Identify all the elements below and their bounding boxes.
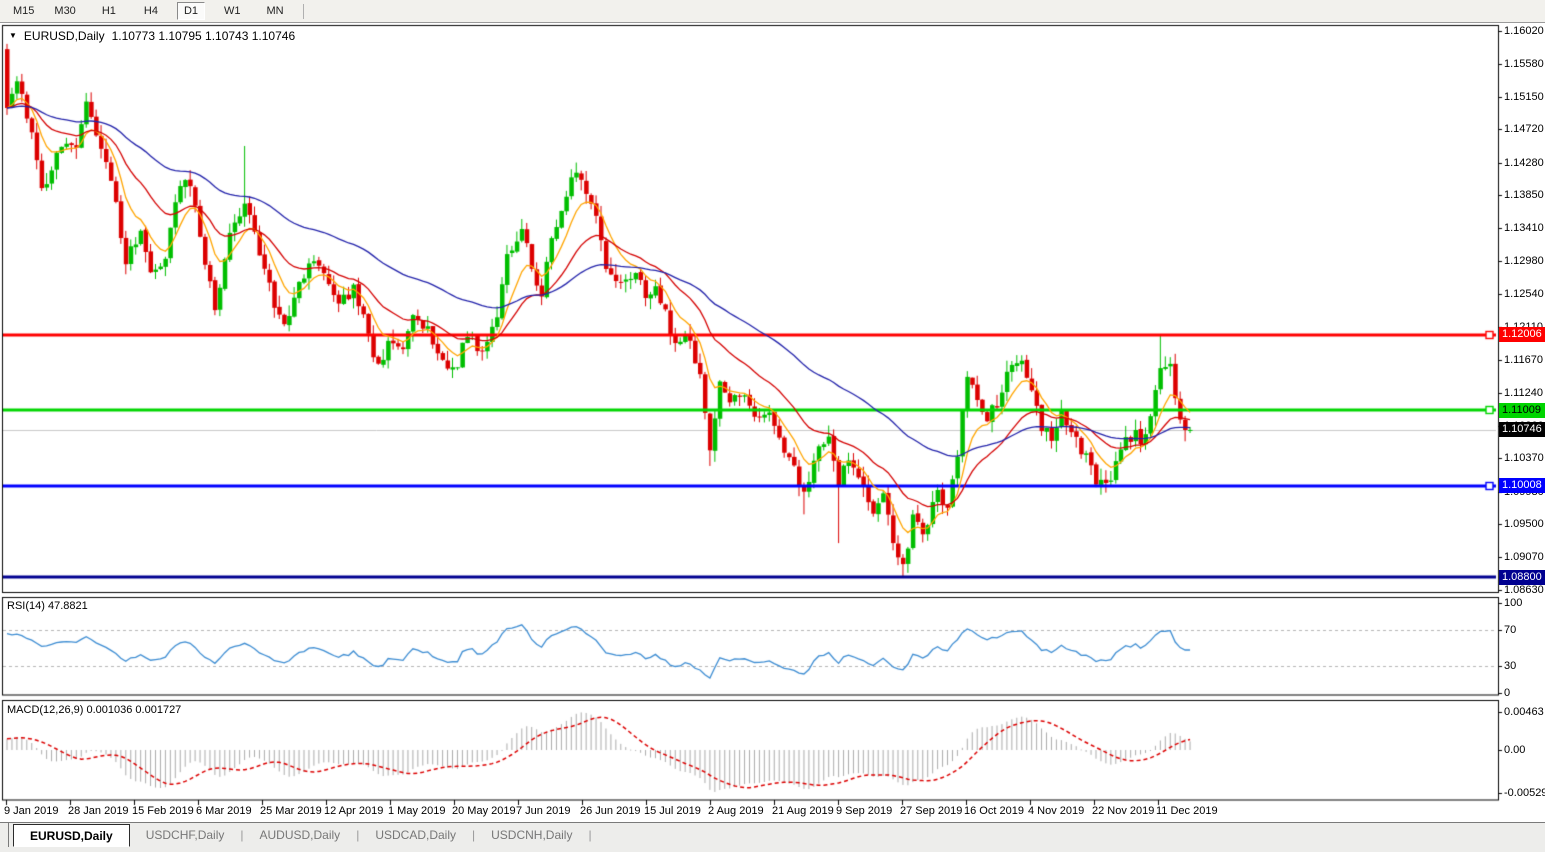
rsi-pane[interactable] xyxy=(2,597,1498,695)
price-axis-label: 1.11670 xyxy=(1504,354,1543,366)
date-axis-label: 26 Jun 2019 xyxy=(580,805,641,817)
timeframe-button-d1[interactable]: D1 xyxy=(177,2,205,20)
hline-price-flag: 1.08800 xyxy=(1499,570,1545,585)
price-axis-label: 1.09500 xyxy=(1504,518,1544,530)
date-axis-label: 12 Apr 2019 xyxy=(324,805,383,817)
timeframe-button-m15[interactable]: M15 xyxy=(6,2,41,20)
tab-separator: | xyxy=(588,828,591,842)
date-axis-label: 9 Jan 2019 xyxy=(4,805,58,817)
date-axis-label: 15 Jul 2019 xyxy=(644,805,701,817)
date-axis-label: 6 Mar 2019 xyxy=(196,805,252,817)
rsi-name: RSI(14) xyxy=(7,600,45,612)
macd-indicator-label: MACD(12,26,9) 0.001036 0.001727 xyxy=(7,704,181,716)
price-axis-label: 1.13410 xyxy=(1504,222,1544,234)
timeframe-button-mn[interactable]: MN xyxy=(260,2,291,20)
date-axis-label: 22 Nov 2019 xyxy=(1092,805,1154,817)
date-axis-label: 9 Sep 2019 xyxy=(836,805,892,817)
price-axis-label: 1.14280 xyxy=(1504,157,1544,169)
date-axis-label: 11 Dec 2019 xyxy=(1156,805,1218,817)
macd-values: 0.001036 0.001727 xyxy=(86,704,181,716)
date-axis-label: 25 Mar 2019 xyxy=(260,805,322,817)
tab-usdcnh[interactable]: USDCNH,Daily xyxy=(475,824,588,845)
rsi-indicator-label: RSI(14) 47.8821 xyxy=(7,600,88,612)
chart-symbol-label: EURUSD,Daily xyxy=(24,29,105,43)
price-axis-label: 1.13850 xyxy=(1504,189,1544,201)
rsi-axis-label: 30 xyxy=(1504,660,1516,672)
date-axis-label: 20 May 2019 xyxy=(452,805,516,817)
hline-price-flag: 1.12006 xyxy=(1499,327,1545,342)
macd-axis-label: 0.00 xyxy=(1504,744,1525,756)
rsi-value: 47.8821 xyxy=(48,600,88,612)
macd-pane[interactable] xyxy=(2,701,1498,800)
date-axis-label: 2 Aug 2019 xyxy=(708,805,764,817)
rsi-axis-label: 0 xyxy=(1504,687,1510,699)
date-axis-label: 1 May 2019 xyxy=(388,805,445,817)
timeframe-button-h1[interactable]: H1 xyxy=(95,2,123,20)
rsi-axis-label: 70 xyxy=(1504,624,1516,636)
price-axis-label: 1.08630 xyxy=(1504,584,1544,596)
chart-title: ▼ EURUSD,Daily 1.10773 1.10795 1.10743 1… xyxy=(9,29,295,43)
price-axis-label: 1.11240 xyxy=(1504,387,1543,399)
price-axis-label: 1.12980 xyxy=(1504,255,1544,267)
macd-name: MACD(12,26,9) xyxy=(7,704,83,716)
date-axis-label: 15 Feb 2019 xyxy=(132,805,194,817)
price-axis-label: 1.16020 xyxy=(1504,25,1544,37)
date-axis-label: 28 Jan 2019 xyxy=(68,805,129,817)
toolbar-separator xyxy=(303,4,304,19)
price-axis-label: 1.15150 xyxy=(1504,91,1544,103)
timeframe-toolbar: M15 M30 H1 H4 D1 W1 MN xyxy=(0,0,1545,23)
date-axis-label: 21 Aug 2019 xyxy=(772,805,834,817)
timeframe-button-h4[interactable]: H4 xyxy=(137,2,165,20)
trading-terminal-window: M15 M30 H1 H4 D1 W1 MN ▼ EURUSD,Daily 1.10773 … xyxy=(0,0,1545,852)
tab-eurusd[interactable]: EURUSD,Daily xyxy=(13,824,130,847)
hline-price-flag: 1.10008 xyxy=(1499,478,1545,493)
date-axis-label: 7 Jun 2019 xyxy=(516,805,570,817)
price-axis-label: 1.15580 xyxy=(1504,58,1544,70)
macd-axis-label: 0.00463 xyxy=(1504,706,1544,718)
tabbar-notch xyxy=(8,823,9,847)
price-axis-label: 1.14720 xyxy=(1504,123,1544,135)
current-price-flag: 1.10746 xyxy=(1499,422,1545,437)
chart-ohlc-quote: 1.10773 1.10795 1.10743 1.10746 xyxy=(112,29,296,43)
date-axis-label: 4 Nov 2019 xyxy=(1028,805,1084,817)
price-axis-label: 1.09070 xyxy=(1504,551,1544,563)
timeframe-button-m30[interactable]: M30 xyxy=(47,2,82,20)
rsi-axis-label: 100 xyxy=(1504,597,1522,609)
symbol-tab-bar: EURUSD,DailyUSDCHF,Daily|AUDUSD,Daily|US… xyxy=(0,822,1545,852)
date-axis-label: 16 Oct 2019 xyxy=(964,805,1024,817)
timeframe-button-w1[interactable]: W1 xyxy=(217,2,248,20)
price-axis-label: 1.12540 xyxy=(1504,288,1544,300)
date-axis-label: 27 Sep 2019 xyxy=(900,805,962,817)
tab-usdchf[interactable]: USDCHF,Daily xyxy=(130,824,241,845)
tab-audusd[interactable]: AUDUSD,Daily xyxy=(244,824,357,845)
tab-usdcad[interactable]: USDCAD,Daily xyxy=(359,824,472,845)
hline-price-flag: 1.11009 xyxy=(1499,403,1545,418)
macd-axis-label: -0.005299 xyxy=(1504,787,1545,799)
main-chart-pane[interactable] xyxy=(2,25,1498,592)
symbol-dropdown-icon[interactable]: ▼ xyxy=(9,31,17,41)
price-axis-label: 1.10370 xyxy=(1504,452,1544,464)
